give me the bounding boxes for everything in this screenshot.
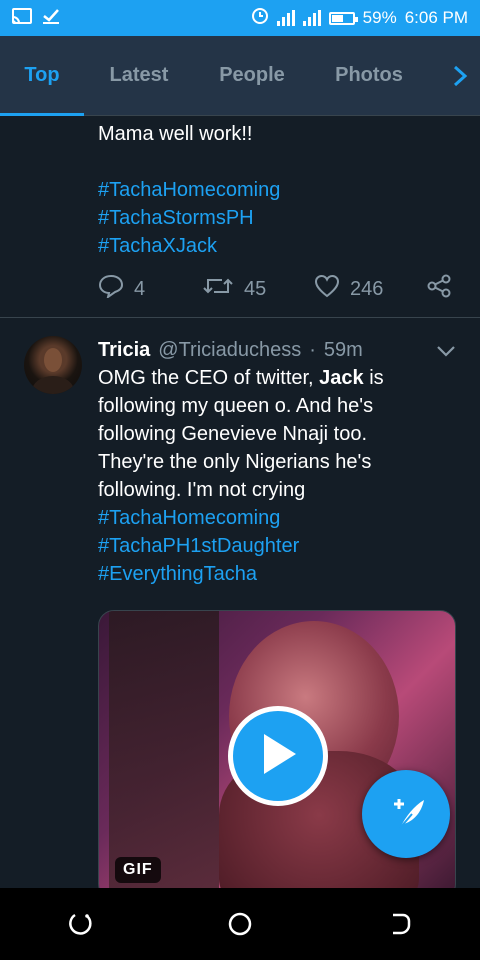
tab-photos-label: Photos <box>335 64 403 86</box>
home-button[interactable] <box>210 894 270 954</box>
like-button[interactable]: 246 <box>314 274 426 304</box>
alarm-icon <box>251 7 269 30</box>
share-icon <box>426 274 452 304</box>
signal-icon <box>302 10 321 26</box>
hashtag-link[interactable]: #EverythingTacha <box>98 560 428 588</box>
system-nav-bar <box>0 888 480 960</box>
hashtag-link[interactable]: #TachaPH1stDaughter <box>98 532 428 560</box>
chevron-down-icon[interactable] <box>436 344 456 363</box>
feather-plus-icon <box>384 792 428 837</box>
tweet-timestamp: 59m <box>323 339 363 361</box>
battery-icon <box>328 11 358 25</box>
mention: Jack <box>319 367 364 389</box>
check-download-icon <box>42 8 60 29</box>
display-name[interactable]: Tricia <box>98 336 150 364</box>
hashtag-link[interactable]: #TachaStormsPH <box>98 204 280 232</box>
like-count: 246 <box>350 277 384 300</box>
share-button[interactable] <box>426 274 452 304</box>
play-button[interactable] <box>228 706 328 806</box>
tweet[interactable]: Mama well work!! #TachaHomecoming #Tacha… <box>0 116 480 318</box>
gif-badge: GIF <box>115 857 161 883</box>
compose-tweet-button[interactable] <box>362 770 450 858</box>
search-tabs: Top Latest People Photos <box>0 36 480 116</box>
tab-top[interactable]: Top <box>0 36 84 116</box>
tab-latest-label: Latest <box>109 64 169 86</box>
cast-icon <box>12 7 32 29</box>
tab-people[interactable]: People <box>194 36 310 116</box>
separator: · <box>309 339 316 361</box>
play-icon <box>258 732 298 781</box>
tab-latest[interactable]: Latest <box>84 36 194 116</box>
retweet-count: 45 <box>244 277 267 300</box>
tab-top-label: Top <box>24 64 60 86</box>
clock-time: 6:06 PM <box>404 8 468 27</box>
speech-bubble-icon <box>98 274 124 304</box>
status-bar: 59% 6:06 PM <box>0 0 480 36</box>
avatar[interactable] <box>24 336 82 394</box>
hashtag-link[interactable]: #TachaHomecoming <box>98 504 428 532</box>
retweet-arrows-icon <box>202 274 234 304</box>
user-handle[interactable]: @Triciaduchess <box>158 336 301 364</box>
chevron-right-icon[interactable] <box>440 36 480 116</box>
heart-icon <box>314 274 340 304</box>
tweet-actions: 4 45 246 <box>98 274 458 304</box>
tweet-text: OMG the CEO of twitter, Jack is followin… <box>98 367 384 501</box>
retweet-button[interactable]: 45 <box>202 274 314 304</box>
recent-apps-button[interactable] <box>50 894 110 954</box>
tweet-body: Mama well work!! #TachaHomecoming #Tacha… <box>98 120 280 260</box>
hashtag-link[interactable]: #TachaHomecoming <box>98 176 280 204</box>
network-signal-icon <box>276 10 295 26</box>
tweet-body: OMG the CEO of twitter, Jack is followin… <box>98 364 428 588</box>
tweet-text-part: OMG the CEO of twitter, <box>98 367 320 389</box>
reply-count: 4 <box>134 277 146 300</box>
hashtag-link[interactable]: #TachaXJack <box>98 232 280 260</box>
back-button[interactable] <box>370 894 430 954</box>
tab-photos[interactable]: Photos <box>310 36 428 116</box>
tab-people-label: People <box>219 64 285 86</box>
reply-button[interactable]: 4 <box>98 274 202 304</box>
tweet-text: Mama well work!! <box>98 123 253 145</box>
tweet-header: Tricia @Triciaduchess · 59m <box>98 336 363 364</box>
battery-percent: 59% <box>362 8 397 27</box>
